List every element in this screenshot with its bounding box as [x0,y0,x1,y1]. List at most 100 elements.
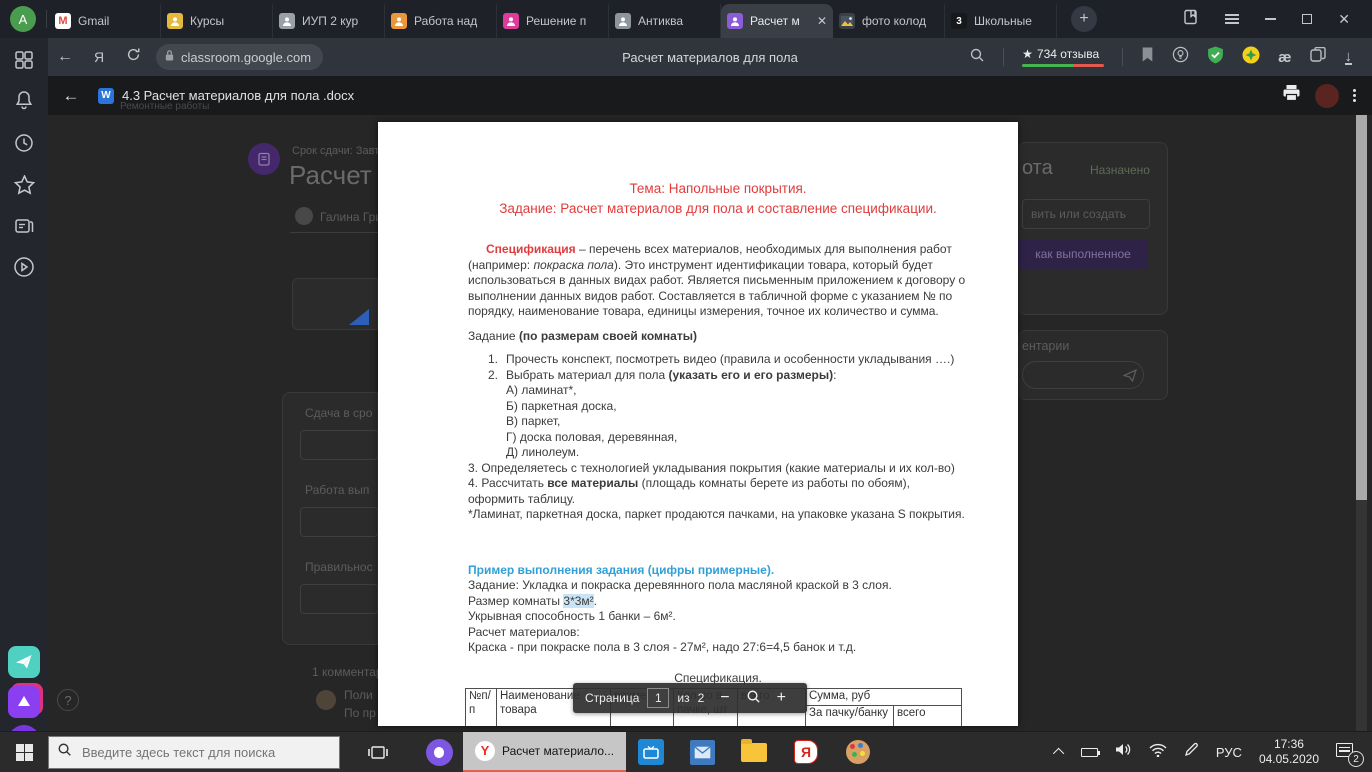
protect-shield-icon[interactable] [1207,46,1224,69]
translator-icon[interactable]: æ [1278,49,1291,66]
yandex-app-button[interactable]: Я [780,732,832,772]
doc-text-bold: (указать его и его размеры) [669,368,834,382]
collections-icon[interactable] [1310,47,1327,68]
zoom-out-button[interactable]: − [720,689,729,707]
doc-example-heading: Пример выполнения задания (цифры примерн… [468,563,968,579]
person-favicon [391,13,407,29]
doc-text: Задание [468,329,519,343]
person-favicon [167,13,183,29]
bookmarks-panel-icon[interactable] [1183,9,1199,30]
page-number-input[interactable]: 1 [647,688,669,708]
find-on-page-icon[interactable] [969,47,985,68]
tab-shkolnye[interactable]: 3 Школьные [945,4,1057,38]
rating-text: 734 отзыва [1037,47,1099,61]
tv-app-button[interactable] [626,732,676,772]
doc-heading-line2: Задание: Расчет материалов для пола и со… [468,199,968,219]
page-scrollbar[interactable] [1356,115,1367,731]
doc-example-line2: Размер комнаты 3*3м². [468,594,968,610]
scrollbar-thumb[interactable] [1356,115,1367,500]
alice-assistant-button[interactable] [415,732,463,772]
feed-icon[interactable] [12,214,36,238]
more-options-icon[interactable] [1353,89,1356,102]
account-avatar[interactable] [1315,84,1339,108]
tableau-grid-icon[interactable] [12,48,36,72]
dim-teacher-avatar [295,207,313,225]
number-favicon: 3 [951,13,967,29]
dim-comments-card: ентарии [1018,330,1168,400]
tab-label: фото колод [862,14,938,28]
close-window-button[interactable]: ✕ [1338,11,1350,28]
pen-input-icon[interactable] [1184,742,1199,762]
viewer-back-button[interactable]: ← [48,86,94,106]
menu-icon[interactable] [1225,12,1239,26]
messenger-icon[interactable] [8,646,40,678]
action-center-button[interactable]: 2 [1336,743,1358,761]
volume-icon[interactable] [1115,742,1132,762]
video-play-icon[interactable] [12,255,36,279]
refresh-icon[interactable] [116,47,150,67]
minimize-button[interactable] [1265,18,1276,20]
tab-close-icon[interactable]: ✕ [817,14,827,28]
document-page: Тема: Напольные покрытия. Задание: Расче… [378,122,1018,726]
tab-label: Решение п [526,14,602,28]
zoom-in-button[interactable]: + [777,689,786,707]
page-total: 2 [698,691,705,705]
battery-icon[interactable] [1081,748,1098,757]
tab-antikva[interactable]: Антиква [609,4,721,38]
print-icon[interactable] [1282,84,1301,107]
tab-gmail[interactable]: M Gmail [49,4,161,38]
language-indicator[interactable]: РУС [1216,745,1242,760]
document-body: Тема: Напольные покрытия. Задание: Расче… [468,179,968,686]
tray-expand-chevron-icon[interactable] [1053,748,1064,759]
site-rating-badge[interactable]: ★ 734 отзыва [1022,47,1104,67]
task-view-button[interactable] [340,732,415,772]
taskbar-search[interactable] [48,736,340,769]
bookmarks-star-icon[interactable] [12,173,36,197]
paint-app-button[interactable] [832,732,884,772]
advisor-lightbulb-icon[interactable] [1172,46,1189,68]
profile-avatar[interactable]: А [10,6,36,32]
word-file-icon: W [98,88,114,104]
purple-app-icon[interactable] [8,686,40,718]
tab-strip: M Gmail Курсы ИУП 2 кур Работа над Решен… [49,0,1057,38]
doc-option-a: А) ламинат*, [506,383,968,399]
active-task-yandex-browser[interactable]: Y Расчет материало... [463,732,626,772]
bookmark-flag-icon[interactable] [1141,47,1154,67]
dim-comment-count: 1 комментар [312,665,383,679]
tab-label: Антиква [638,14,714,28]
tab-iup[interactable]: ИУП 2 кур [273,4,385,38]
tab-foto[interactable]: фото колод [833,4,945,38]
table-col-sum: Сумма, руб [806,689,962,706]
tab-raschet-active[interactable]: Расчет м ✕ [721,4,833,38]
downloads-icon[interactable]: ↓ [1345,50,1353,65]
doc-text: 4. Рассчитать [468,476,547,490]
file-explorer-button[interactable] [728,732,780,772]
plus-points-icon[interactable] [1242,46,1260,69]
clock[interactable]: 17:36 04.05.2020 [1259,737,1319,767]
tab-label: Школьные [974,14,1050,28]
wifi-icon[interactable] [1149,743,1167,762]
doc-num: 1. [488,352,506,368]
new-tab-button[interactable]: + [1071,6,1097,32]
maximize-button[interactable] [1302,14,1312,24]
window-controls: ✕ [1183,9,1372,30]
notifications-bell-icon[interactable] [12,88,36,112]
start-button[interactable] [0,732,48,772]
dim-comment-input [1022,361,1144,389]
doc-heading-line1: Тема: Напольные покрытия. [468,179,968,199]
zoom-magnifier-icon[interactable] [746,689,761,707]
tab-reshenie[interactable]: Решение п [497,4,609,38]
address-bar[interactable]: classroom.google.com [156,44,323,70]
doc-footnote: *Ламинат, паркетная доска, паркет продаю… [468,507,968,523]
search-input[interactable] [80,744,310,761]
windows-taskbar: Y Расчет материало... Я РУС 17:36 04.05.… [0,731,1372,772]
tab-kursy[interactable]: Курсы [161,4,273,38]
doc-text-bold: (по размерам своей комнаты) [519,329,697,343]
tab-rabota[interactable]: Работа над [385,4,497,38]
dim-help-button: ? [57,689,79,711]
mail-app-button[interactable] [676,732,728,772]
history-clock-icon[interactable] [12,131,36,155]
yandex-button[interactable]: Я [82,49,116,65]
back-button[interactable]: ← [48,48,82,66]
dim-attachment-card [292,278,378,330]
